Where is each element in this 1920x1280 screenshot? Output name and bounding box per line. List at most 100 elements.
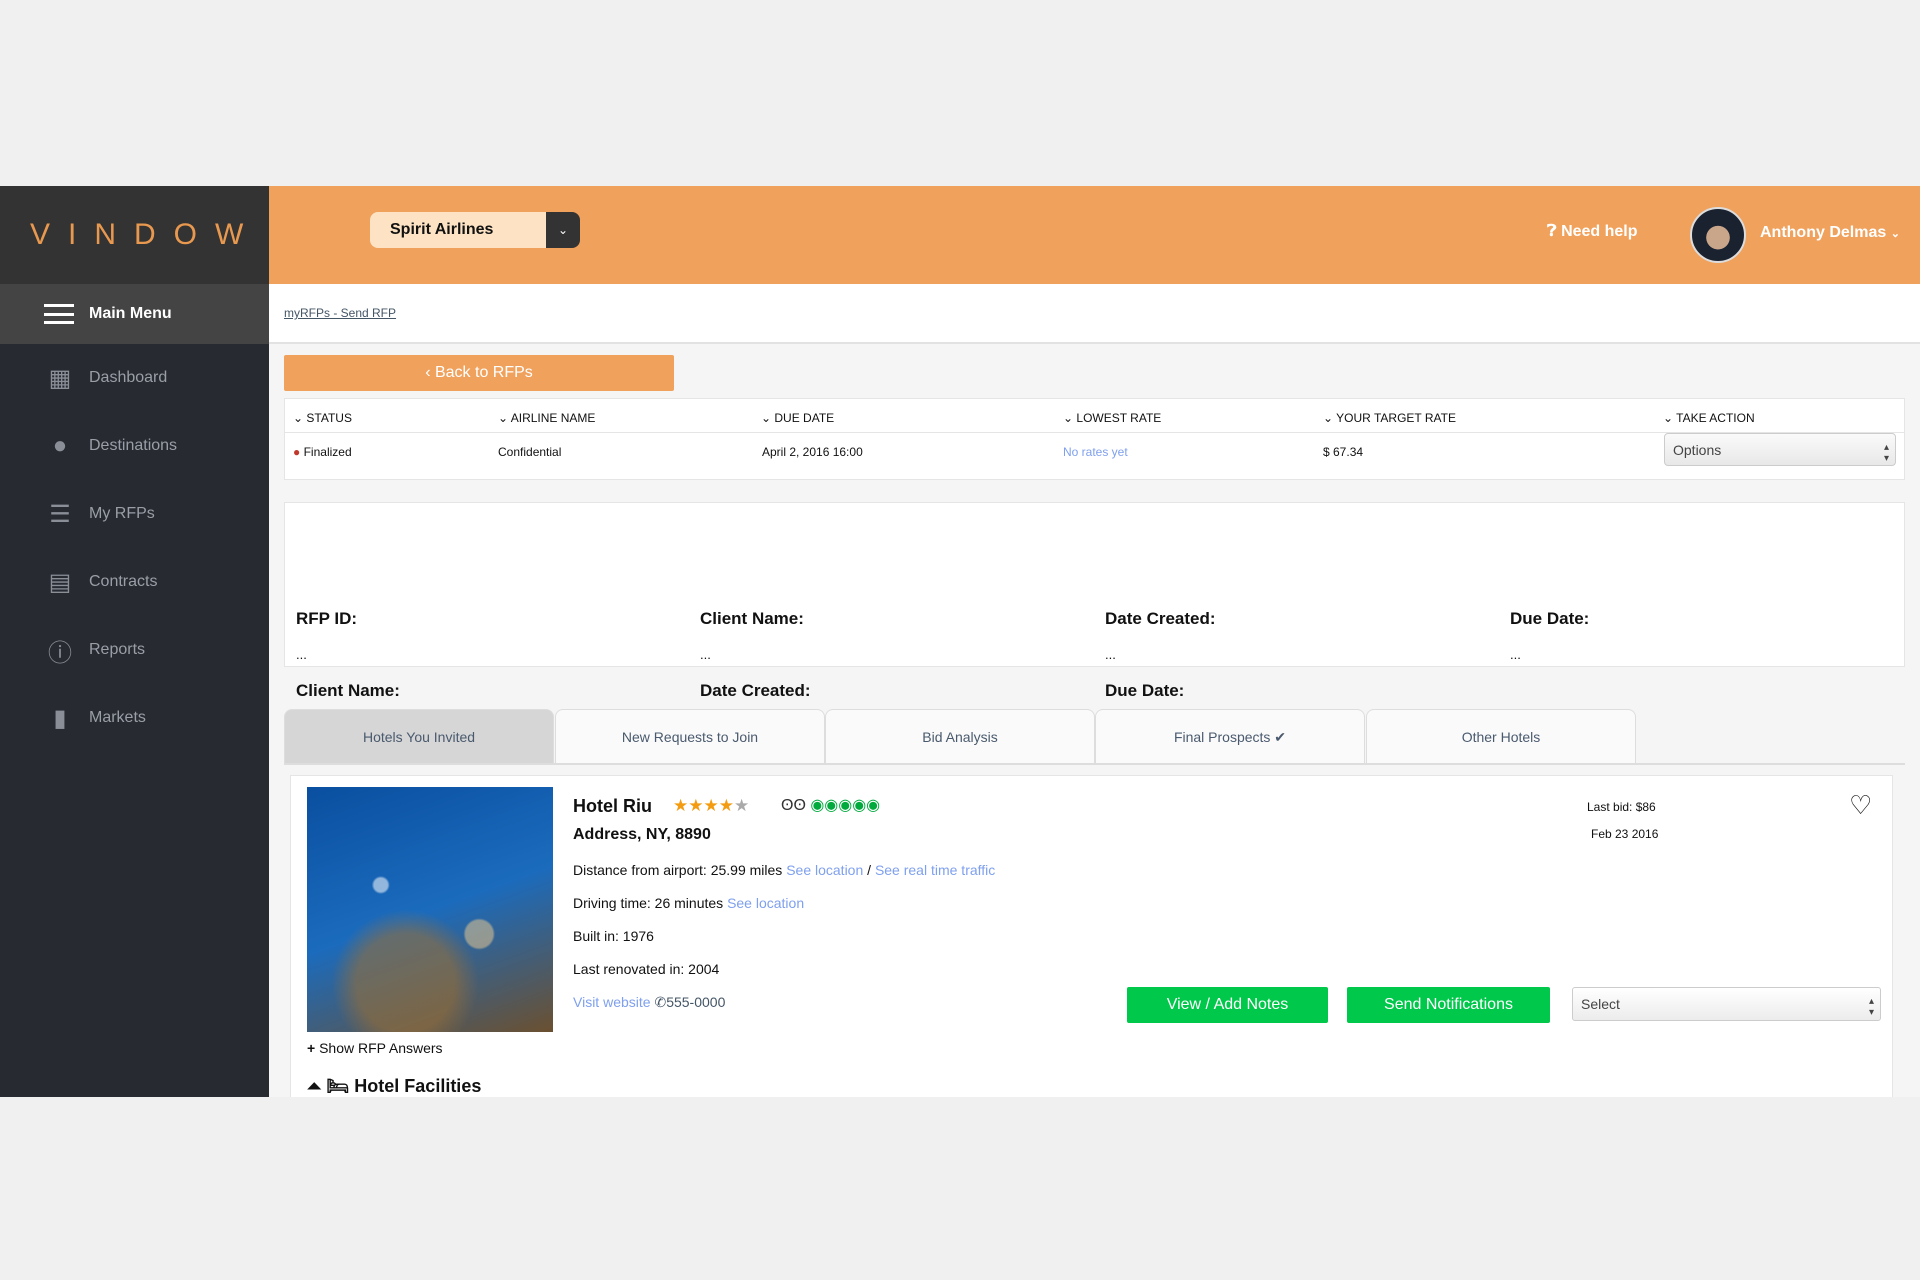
- hotel-action-select[interactable]: Select ▴ ▾: [1572, 987, 1881, 1021]
- see-location-link[interactable]: See location: [727, 895, 804, 911]
- user-list-icon: ☰: [49, 500, 71, 528]
- select-arrows-icon: ▴ ▾: [1883, 442, 1889, 464]
- star-icon: ★★★★: [673, 796, 734, 815]
- hotel-name[interactable]: Hotel Riu: [573, 796, 652, 817]
- airline-cell: Confidential: [498, 445, 562, 459]
- date-created-value: ...: [1105, 647, 1116, 662]
- sidebar-item-dashboard[interactable]: ▦ Dashboard: [46, 364, 168, 392]
- airline-select[interactable]: Spirit Airlines ⌄: [370, 212, 580, 248]
- see-location-link[interactable]: See location: [786, 862, 863, 878]
- sidebar-item-label: Contracts: [89, 573, 158, 590]
- main-menu-toggle[interactable]: Main Menu: [0, 284, 269, 344]
- sidebar-item-my-rfps[interactable]: ☰ My RFPs: [46, 500, 155, 528]
- header-label: YOUR TARGET RATE: [1336, 411, 1456, 425]
- driving-text: Driving time: 26 minutes: [573, 895, 724, 911]
- table-divider: [285, 432, 1904, 433]
- star-empty-icon: ★: [733, 796, 750, 815]
- globe-icon: ●: [52, 432, 68, 459]
- tab-final-prospects[interactable]: Final Prospects ✔: [1095, 709, 1365, 764]
- info-icon: ⓘ: [48, 639, 72, 667]
- sidebar-item-label: Reports: [89, 641, 146, 658]
- tripadvisor-rating: ʘʘ ◉◉◉◉◉: [781, 797, 881, 814]
- status-text: Finalized: [303, 445, 352, 459]
- chevron-down-icon: ⌄: [1890, 228, 1900, 240]
- sidebar-item-contracts[interactable]: ▤ Contracts: [46, 568, 158, 596]
- heart-icon[interactable]: ♡: [1849, 790, 1872, 821]
- sidebar-item-markets[interactable]: ▮ Markets: [46, 704, 146, 732]
- clipboard-icon: ▤: [48, 568, 72, 596]
- tab-hotels-you-invited[interactable]: Hotels You Invited: [284, 709, 554, 764]
- breadcrumb-bar: myRFPs - Send RFP: [269, 284, 1920, 344]
- need-help-link[interactable]: ❓︎ Need help: [1547, 223, 1638, 241]
- tab-bid-analysis[interactable]: Bid Analysis: [825, 709, 1095, 764]
- rfp-table: ⌄ STATUS ⌄ AIRLINE NAME ⌄ DUE DATE ⌄ LOW…: [284, 398, 1905, 480]
- chevron-up-circle-icon: ⏶: [307, 1076, 322, 1096]
- need-help-label: Need help: [1561, 223, 1638, 240]
- due-date-label: Due Date:: [1105, 681, 1185, 700]
- hotel-facilities-toggle[interactable]: ⏶ 🛏︎ Hotel Facilities: [307, 1076, 481, 1097]
- options-value: Options: [1673, 442, 1722, 458]
- status-cell: ● Finalized: [293, 445, 352, 459]
- date-created-label: Date Created:: [1105, 609, 1216, 628]
- chevron-down-icon[interactable]: ⌄: [546, 212, 580, 248]
- rfp-id-value: ...: [296, 647, 307, 662]
- header-target-rate[interactable]: ⌄ YOUR TARGET RATE: [1323, 411, 1456, 425]
- client-name-value: ...: [700, 647, 711, 662]
- view-add-notes-button[interactable]: View / Add Notes: [1127, 987, 1328, 1023]
- header-status[interactable]: ⌄ STATUS: [293, 411, 352, 425]
- show-answers-label: Show RFP Answers: [319, 1040, 443, 1056]
- target-rate-cell: $ 67.34: [1323, 445, 1364, 459]
- tab-divider: [284, 763, 1905, 765]
- sidebar-item-reports[interactable]: ⓘ Reports: [46, 636, 146, 667]
- driving-line: Driving time: 26 minutes See location: [573, 895, 804, 911]
- renovated-in: Last renovated in: 2004: [573, 961, 720, 977]
- send-notifications-button[interactable]: Send Notifications: [1347, 987, 1550, 1023]
- sidebar-item-label: My RFPs: [89, 505, 155, 522]
- due-date-cell: April 2, 2016 16:00: [762, 445, 863, 459]
- header-take-action[interactable]: ⌄ TAKE ACTION: [1663, 411, 1755, 425]
- main-menu-label: Main Menu: [89, 305, 172, 322]
- built-in: Built in: 1976: [573, 928, 654, 944]
- lowest-rate-cell: No rates yet: [1063, 445, 1128, 459]
- avatar[interactable]: [1690, 207, 1746, 263]
- last-bid: Last bid: $86: [1587, 800, 1656, 814]
- rfp-info-panel: RFP ID: Client Name: Date Created: Due D…: [284, 502, 1905, 734]
- header-airline[interactable]: ⌄ AIRLINE NAME: [498, 411, 595, 425]
- tripadvisor-owl-icon: ʘʘ: [781, 797, 806, 814]
- hotel-card: Hotel Riu ★★★★★ ʘʘ ◉◉◉◉◉ Address, NY, 88…: [290, 775, 1893, 1097]
- header-due-date[interactable]: ⌄ DUE DATE: [761, 411, 834, 425]
- options-select[interactable]: Options ▴ ▾: [1664, 433, 1896, 466]
- user-menu[interactable]: Anthony Delmas ⌄: [1760, 224, 1900, 242]
- sidebar-item-destinations[interactable]: ● Destinations: [46, 432, 177, 460]
- header-label: TAKE ACTION: [1676, 411, 1755, 425]
- header-lowest-rate[interactable]: ⌄ LOWEST RATE: [1063, 411, 1161, 425]
- plus-icon: +: [307, 1040, 316, 1056]
- select-arrows-icon: ▴ ▾: [1868, 996, 1874, 1018]
- back-to-rfps-button[interactable]: ‹ Back to RFPs: [284, 355, 674, 391]
- bed-icon: 🛏︎: [326, 1076, 350, 1096]
- hotel-facilities-label: Hotel Facilities: [354, 1076, 482, 1096]
- header-label: STATUS: [306, 411, 352, 425]
- distance-text: Distance from airport: 25.99 miles: [573, 862, 783, 878]
- grid-icon: ▦: [48, 364, 72, 392]
- date-created-label: Date Created:: [700, 681, 811, 700]
- tab-other-hotels[interactable]: Other Hotels: [1366, 709, 1636, 764]
- visit-website-link[interactable]: Visit website: [573, 994, 651, 1010]
- top-header: Spirit Airlines ⌄ ❓︎ Need help Anthony D…: [269, 186, 1920, 284]
- star-rating: ★★★★★: [673, 796, 749, 816]
- hotel-address: Address, NY, 8890: [573, 826, 711, 843]
- back-label: Back to RFPs: [434, 364, 533, 381]
- see-traffic-link[interactable]: See real time traffic: [875, 862, 995, 878]
- client-name-label: Client Name:: [700, 609, 804, 628]
- due-date-value: ...: [1510, 647, 1521, 662]
- airline-select-value: Spirit Airlines: [370, 212, 546, 248]
- breadcrumb[interactable]: myRFPs - Send RFP: [284, 306, 396, 320]
- chevron-left-icon: ‹: [425, 364, 435, 381]
- tab-new-requests[interactable]: New Requests to Join: [555, 709, 825, 764]
- contact-line: Visit website ✆555-0000: [573, 994, 725, 1011]
- show-rfp-answers-toggle[interactable]: + Show RFP Answers: [307, 1040, 443, 1056]
- phone-number: 555-0000: [666, 994, 726, 1010]
- user-name: Anthony Delmas: [1760, 224, 1887, 241]
- phone-icon: ✆: [654, 994, 667, 1010]
- hotel-photo: [307, 787, 553, 1032]
